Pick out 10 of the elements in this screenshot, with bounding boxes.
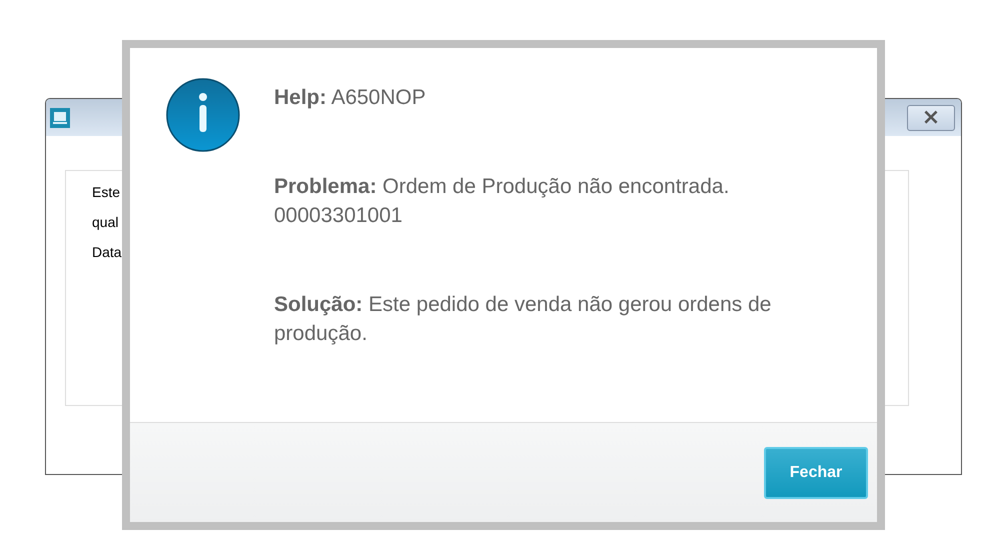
text-line: Este <box>92 183 122 201</box>
window-icon <box>50 108 70 128</box>
close-dialog-button[interactable]: Fechar <box>764 446 868 498</box>
help-text: Solução: Este pedido de venda não gerou ordens de produção. <box>274 292 772 347</box>
info-icon <box>166 78 240 152</box>
close-button[interactable]: × <box>907 104 955 130</box>
text-line: qual <box>92 213 120 231</box>
text-line: Data <box>92 243 122 261</box>
help-text: Problema: Ordem de Produção não encontrada. 00003301001 <box>274 174 730 229</box>
help-text: Help: A650NOP <box>274 85 427 111</box>
